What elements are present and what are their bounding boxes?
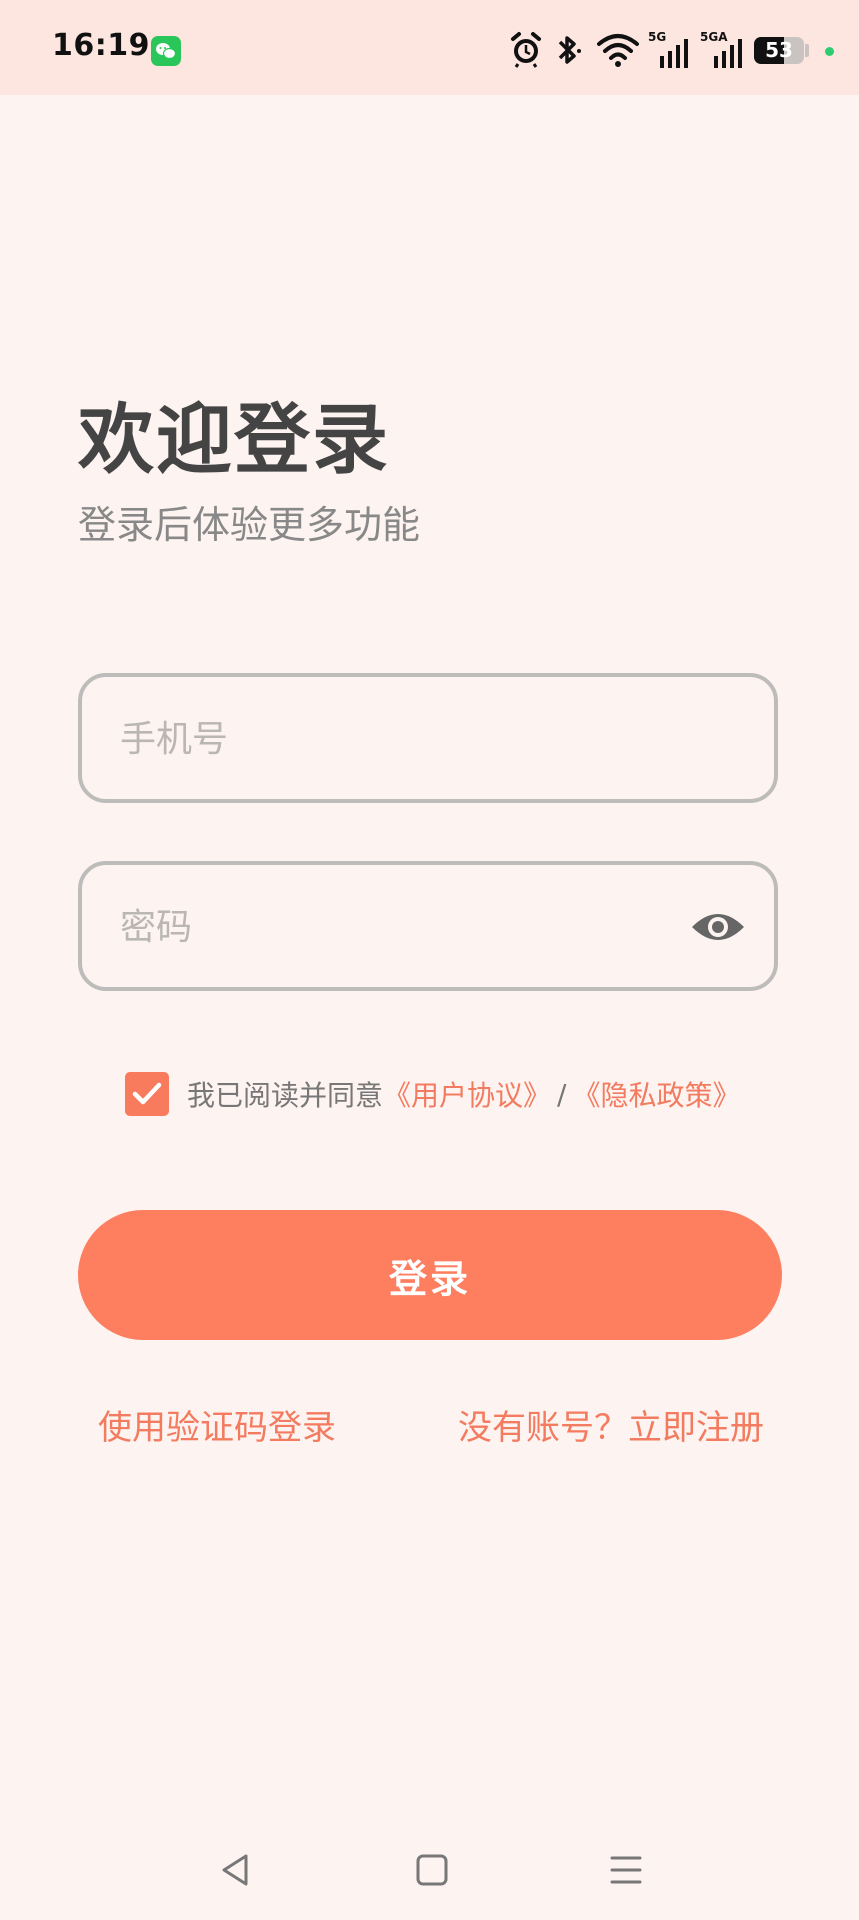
page-subtitle: 登录后体验更多功能 <box>78 503 421 547</box>
battery-level: 53 <box>765 38 793 62</box>
signal-5g-icon: 5G <box>648 30 690 70</box>
wechat-icon <box>151 36 181 66</box>
status-time: 16:19 <box>52 28 150 63</box>
agreement-separator: / <box>557 1077 567 1111</box>
signal-5ga-icon: 5GA <box>700 30 744 70</box>
eye-icon[interactable] <box>690 907 746 947</box>
login-button[interactable]: 登录 <box>78 1210 782 1340</box>
page-title: 欢迎登录 <box>78 395 390 484</box>
menu-icon[interactable] <box>606 1850 646 1890</box>
register-link[interactable]: 没有账号？立即注册 <box>458 1400 764 1449</box>
checkmark-icon <box>132 1082 162 1105</box>
code-login-link[interactable]: 使用验证码登录 <box>98 1400 336 1449</box>
alarm-icon <box>511 32 541 68</box>
password-input[interactable] <box>118 865 682 989</box>
phone-input[interactable] <box>118 677 682 801</box>
phone-field[interactable] <box>78 673 778 803</box>
bluetooth-icon <box>558 36 581 64</box>
agreement-row: 我已阅读并同意 《用户协议》 / 《隐私政策》 <box>125 1071 740 1117</box>
agreement-checkbox[interactable] <box>125 1072 169 1116</box>
back-icon[interactable] <box>216 1850 256 1890</box>
status-bar: 16:19 5G 5GA 53 <box>0 0 859 95</box>
privacy-indicator-dot <box>825 47 834 56</box>
password-field[interactable] <box>78 861 778 991</box>
wifi-icon <box>597 34 639 67</box>
agreement-text: 我已阅读并同意 <box>187 1079 384 1112</box>
battery-icon: 53 <box>754 37 804 64</box>
user-agreement-link[interactable]: 《用户协议》 <box>383 1074 551 1114</box>
home-icon[interactable] <box>412 1850 452 1890</box>
system-nav-bar <box>0 1830 859 1920</box>
privacy-policy-link[interactable]: 《隐私政策》 <box>572 1074 740 1114</box>
